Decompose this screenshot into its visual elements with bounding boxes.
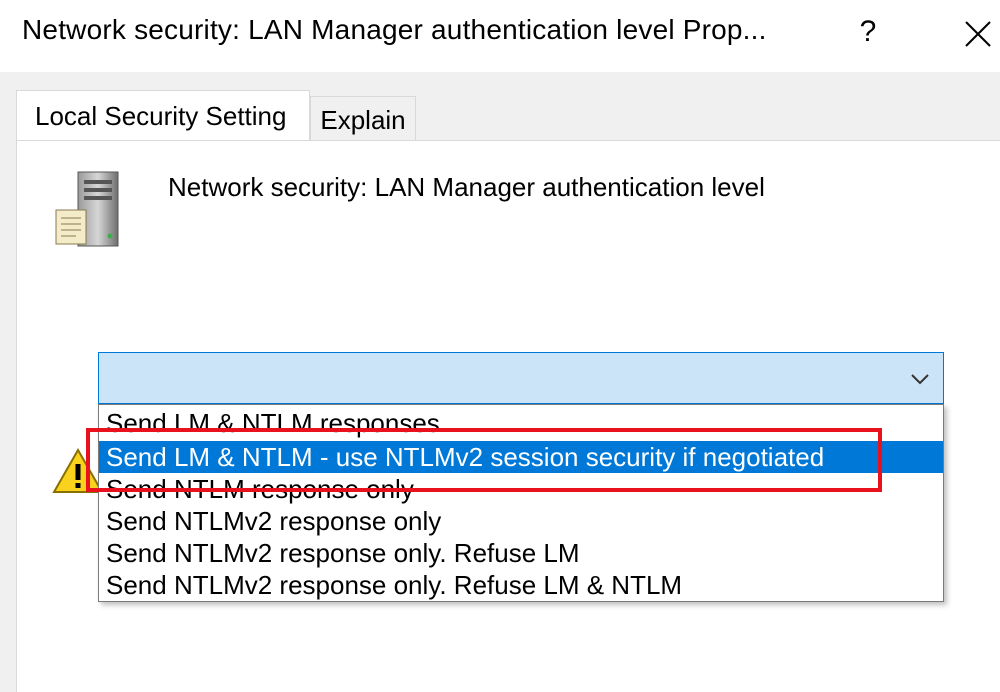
chevron-down-icon: [911, 374, 929, 385]
dropdown-option[interactable]: Send NTLMv2 response only. Refuse LM & N…: [99, 569, 943, 601]
close-icon: [965, 21, 991, 47]
server-policy-icon: [55, 171, 119, 247]
tab-explain[interactable]: Explain: [310, 96, 416, 140]
close-button[interactable]: [952, 10, 1000, 58]
dropdown-option[interactable]: Send NTLMv2 response only. Refuse LM: [99, 537, 943, 569]
dropdown-option[interactable]: Send NTLMv2 response only: [99, 505, 943, 537]
title-bar: Network security: LAN Manager authentica…: [0, 0, 1000, 72]
policy-name: Network security: LAN Manager authentica…: [168, 172, 765, 202]
window-title: Network security: LAN Manager authentica…: [22, 14, 767, 45]
auth-level-combobox[interactable]: [98, 352, 944, 404]
annotation-highlight-box: [86, 428, 882, 492]
help-button[interactable]: ?: [846, 10, 890, 54]
tab-local-security-setting[interactable]: Local Security Setting: [16, 90, 310, 140]
